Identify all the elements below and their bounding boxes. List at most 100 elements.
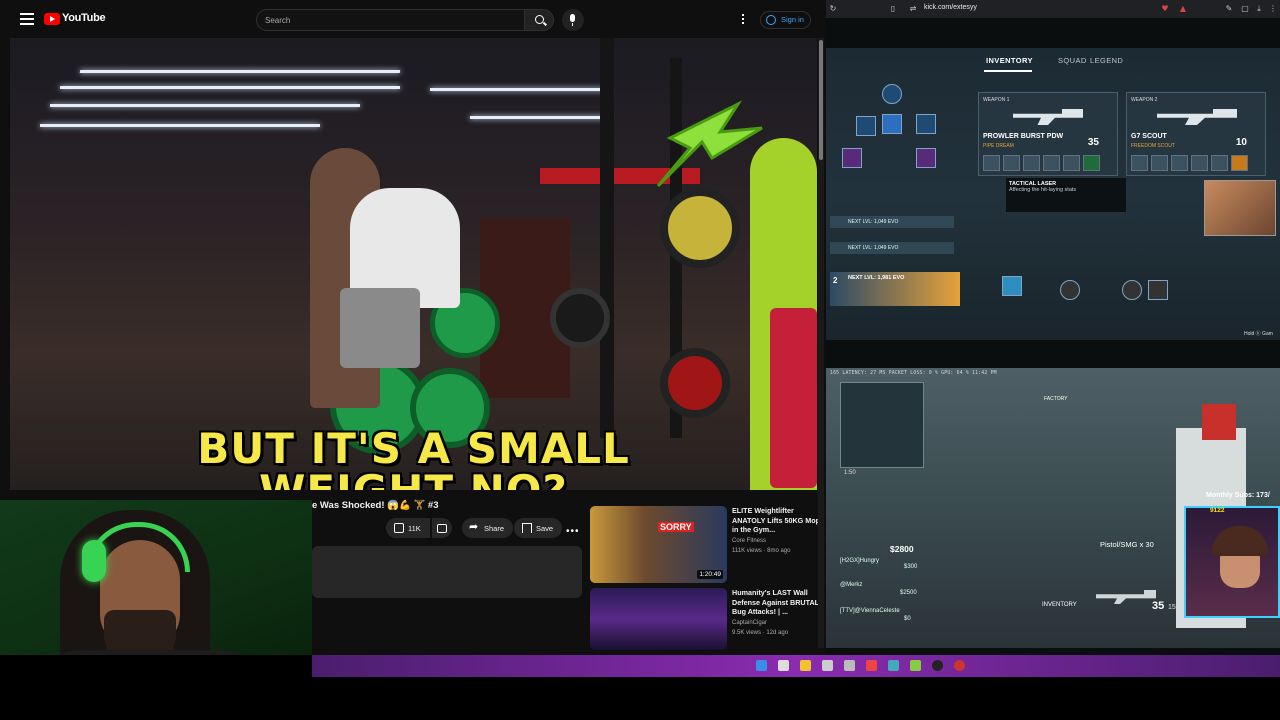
attachment-tooltip: TACTICAL LASER Affecting the hit-laying … <box>1006 178 1126 212</box>
scrollbar[interactable] <box>818 38 824 648</box>
extension-icon[interactable]: ♥ <box>1160 4 1170 14</box>
youtube-brand[interactable]: YouTube <box>62 12 106 24</box>
recommended-title[interactable]: Humanity's LAST Wall Defense Against BRU… <box>732 588 820 617</box>
controller-handcam <box>1204 180 1276 236</box>
attachment-slot <box>1131 155 1148 171</box>
channel-name[interactable]: CaptainCigar <box>732 620 767 626</box>
edit-icon[interactable]: ✎ <box>1224 4 1234 14</box>
search-button[interactable] <box>524 9 554 31</box>
taskbar-left-blank <box>0 655 312 677</box>
sign-in-label: Sign in <box>781 15 804 24</box>
weapon-slot-label: WEAPON 2 <box>1131 97 1158 103</box>
bottom-letterbox <box>0 677 1280 720</box>
start-icon[interactable] <box>756 660 767 671</box>
gun-icon <box>1013 109 1083 125</box>
webcam-overlay <box>0 500 312 680</box>
gun-icon <box>1157 109 1237 125</box>
app-icon[interactable] <box>822 660 833 671</box>
search-icon <box>535 15 544 24</box>
menu-icon[interactable] <box>20 13 34 25</box>
gadget-icon <box>1148 280 1168 300</box>
player-rank: 2 <box>833 276 838 285</box>
reload-icon[interactable]: ↻ <box>828 4 838 14</box>
settings-more-icon[interactable] <box>742 14 745 26</box>
game-stream-inventory[interactable]: INVENTORY SQUAD LEGEND WEAPON 1 PROWLER … <box>826 48 1280 340</box>
tab-inventory: INVENTORY <box>986 56 1033 65</box>
menu-icon[interactable]: ⋮ <box>1268 4 1278 14</box>
kick-page-background <box>826 18 1280 48</box>
teammate-credits: $300 <box>904 564 918 570</box>
address-bar[interactable]: kick.com/extesyy <box>924 4 977 11</box>
description-box[interactable] <box>312 546 582 598</box>
weapon-ammo: 10 <box>1235 137 1247 148</box>
person-shorts <box>340 288 420 368</box>
weapon-card-1: WEAPON 1 PROWLER BURST PDW PIPE DREAM 35 <box>978 92 1118 176</box>
attachments-row <box>983 155 1103 171</box>
share-icon <box>469 520 480 533</box>
app-icon[interactable] <box>954 660 965 671</box>
download-icon[interactable]: ⤓ <box>1254 4 1264 14</box>
like-button[interactable]: 11K <box>386 518 430 538</box>
player-evo-label: NEXT LVL: 1,981 EVO <box>848 275 905 281</box>
teammate-name: [TTV]@ViennaCeleste <box>840 608 900 614</box>
app-icon[interactable] <box>844 660 855 671</box>
share-button[interactable]: Share <box>462 518 514 538</box>
alert-icon[interactable]: ▲ <box>1178 4 1188 14</box>
stream-divider <box>826 340 1280 368</box>
attachment-slot <box>1063 155 1080 171</box>
search-icon[interactable] <box>778 660 789 671</box>
squad-member-row: NEXT LVL: 1,049 EVO <box>830 242 954 254</box>
window-icon[interactable]: ▢ <box>1240 4 1250 14</box>
streamer-webcam <box>1184 506 1280 618</box>
browser-icon[interactable] <box>866 660 877 671</box>
ceiling-light <box>79 70 401 73</box>
armor-icon <box>882 114 902 134</box>
weapon-card-2: WEAPON 2 G7 SCOUT FREEDOM SCOUT 10 <box>1126 92 1266 176</box>
weapon-ammo: 35 <box>1087 137 1099 148</box>
teammate-credits: $2500 <box>900 590 917 596</box>
game-tabs: INVENTORY SQUAD LEGEND <box>826 52 1280 72</box>
voice-search-button[interactable] <box>562 9 584 31</box>
gym-rack <box>600 38 614 438</box>
video-thumbnail[interactable]: SORRY 1:20:49 <box>590 506 727 583</box>
file-explorer-icon[interactable] <box>800 660 811 671</box>
ammo-count: 35 <box>1152 600 1165 612</box>
kick-window: ↻ ▯ ⇌ kick.com/extesyy ♥ ▲ ✎ ▢ ⤓ ⋮ INVEN… <box>826 0 1280 655</box>
weapon-skin: PIPE DREAM <box>983 143 1014 149</box>
teammate-name: @Merkz <box>840 582 863 588</box>
knockdown-shield-icon <box>842 148 862 168</box>
app-icon[interactable] <box>910 660 921 671</box>
armor-shield-icon <box>1002 276 1022 296</box>
player-banner: 2 NEXT LVL: 1,981 EVO <box>830 272 960 306</box>
video-thumbnail[interactable] <box>590 588 727 650</box>
bookmark-icon[interactable]: ▯ <box>888 4 898 14</box>
weapon-name: PROWLER BURST PDW <box>983 133 1064 140</box>
headset-icon <box>82 540 106 582</box>
game-stream-shooter[interactable]: 165 LATENCY: 27 MS PACKET LOSS: 0 % GPU:… <box>826 368 1280 648</box>
save-button[interactable]: Save <box>514 518 563 538</box>
like-count: 11K <box>408 524 421 533</box>
recommended-video[interactable]: SORRY 1:20:49 ELITE Weightlifter ANATOLY… <box>590 506 820 584</box>
ultimate-icon <box>1122 280 1142 300</box>
app-icon[interactable] <box>888 660 899 671</box>
weight-plate <box>660 188 740 268</box>
app-icon[interactable] <box>932 660 943 671</box>
sign-in-button[interactable]: Sign in <box>760 11 811 29</box>
thumbnail-caption: SORRY <box>658 522 694 532</box>
recommended-title[interactable]: ELITE Weightlifter ANATOLY Lifts 50KG Mo… <box>732 506 820 535</box>
active-tab-indicator <box>984 70 1032 72</box>
more-actions-icon[interactable]: ••• <box>566 526 580 537</box>
youtube-logo-icon[interactable] <box>44 13 60 25</box>
performance-stats: 165 LATENCY: 27 MS PACKET LOSS: 0 % GPU:… <box>830 371 997 376</box>
search-input[interactable]: Search <box>256 9 524 31</box>
dislike-button[interactable] <box>432 518 452 538</box>
attachment-slot <box>1151 155 1168 171</box>
bookmark-icon <box>522 523 532 533</box>
site-info-icon[interactable]: ⇌ <box>908 4 918 14</box>
video-player[interactable]: BUT IT'S A SMALL WEIGHT NO? <box>10 38 817 490</box>
scrollbar-thumb[interactable] <box>819 40 823 160</box>
attachments-row <box>1131 155 1251 171</box>
channel-name[interactable]: Core Fitness <box>732 538 766 544</box>
tab-legend: LEGEND <box>1090 56 1124 65</box>
thumbs-up-icon <box>394 523 404 533</box>
